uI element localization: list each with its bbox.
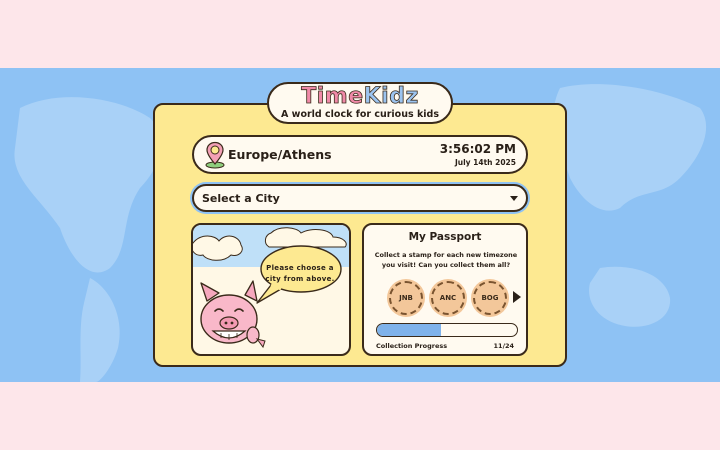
city-select-value: Select a City bbox=[202, 192, 280, 205]
collection-progress-count: 11/24 bbox=[493, 342, 514, 350]
timezone-name: Europe/Athens bbox=[228, 147, 332, 162]
passport-title: My Passport bbox=[408, 231, 482, 243]
current-location-bar: Europe/Athens 3:56:02 PM July 14th 2025 bbox=[192, 135, 528, 174]
clock-readout: 3:56:02 PM July 14th 2025 bbox=[440, 142, 516, 168]
app-logo: TimeKidz bbox=[269, 84, 451, 109]
current-date: July 14th 2025 bbox=[454, 158, 516, 167]
collection-progress-fill bbox=[377, 324, 442, 336]
passport-panel: My Passport Collect a stamp for each new… bbox=[362, 223, 528, 356]
stamp-bog[interactable]: BOG bbox=[473, 281, 507, 315]
map-pin-icon bbox=[205, 141, 225, 169]
logo-part-kidz: Kidz bbox=[363, 84, 419, 109]
app-tagline: A world clock for curious kids bbox=[281, 109, 439, 120]
mascot-scene bbox=[193, 225, 349, 349]
next-arrow-icon[interactable] bbox=[513, 291, 521, 303]
collection-progress-bar bbox=[376, 323, 518, 337]
chevron-down-icon bbox=[510, 196, 518, 201]
city-select-dropdown[interactable]: Select a City bbox=[192, 184, 528, 212]
collection-progress-label: Collection Progress bbox=[376, 342, 448, 350]
mascot-message: Please choose a city from above. bbox=[265, 264, 335, 283]
logo-part-time: Time bbox=[301, 84, 364, 109]
stamp-jnb[interactable]: JNB bbox=[389, 281, 423, 315]
app-logo-badge: TimeKidz A world clock for curious kids bbox=[267, 82, 453, 124]
mascot-panel: Please choose a city from above. bbox=[191, 223, 351, 356]
stamp-anc[interactable]: ANC bbox=[431, 281, 465, 315]
current-time: 3:56:02 PM bbox=[439, 142, 516, 156]
passport-description: Collect a stamp for each new timezone yo… bbox=[374, 251, 518, 269]
